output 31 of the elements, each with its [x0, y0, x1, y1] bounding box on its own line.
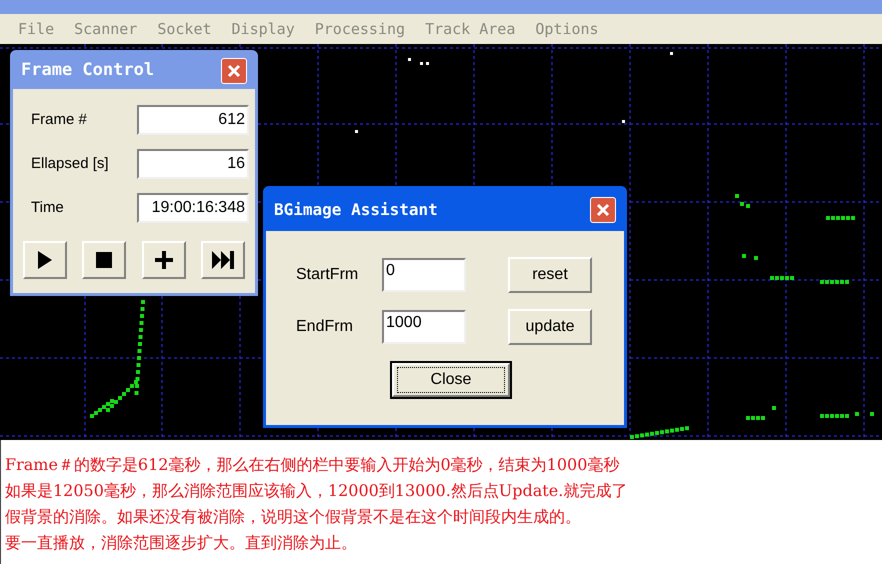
dialog-title: BGimage Assistant — [274, 199, 438, 221]
note-text: 要一直播放，消除范围逐步扩大。直到消除为止。 — [5, 532, 358, 554]
skip-button[interactable] — [200, 241, 245, 279]
action-button[interactable]: update — [508, 309, 592, 345]
stop-button[interactable] — [82, 241, 126, 279]
plus-icon — [154, 251, 173, 269]
play-icon — [38, 251, 52, 269]
skip-forward-icon — [212, 251, 234, 269]
close-dialog-button[interactable]: Close — [392, 363, 510, 397]
play-button[interactable] — [23, 241, 67, 279]
action-button[interactable]: reset — [508, 257, 592, 293]
frame-field[interactable]: 0 — [382, 258, 466, 292]
add-button[interactable] — [142, 241, 186, 279]
value-field[interactable]: 612 — [137, 105, 249, 135]
frame-field[interactable]: 1000 — [382, 310, 466, 344]
value-field[interactable]: 19:00:16:348 — [137, 193, 249, 223]
field-label: StartFrm — [296, 265, 360, 285]
value-field[interactable]: 16 — [137, 149, 249, 179]
stop-icon — [96, 252, 112, 268]
note-text: Frame＃的数字是612毫秒，那么在右侧的栏中要输入开始为0毫秒，结束为1000毫秒 — [5, 454, 620, 476]
field-label: Ellapsed [s] — [31, 154, 109, 174]
close-button[interactable] — [221, 58, 247, 84]
close-button[interactable] — [590, 197, 616, 223]
close-icon — [596, 203, 610, 217]
note-text: 假背景的消除。如果还没有被消除，说明这个假背景不是在这个时间段内生成的。 — [5, 506, 582, 528]
note-text: 如果是12050毫秒，那么消除范围应该输入，12000到13000.然后点Update.就完成了 — [5, 480, 628, 502]
field-label: Time — [31, 198, 64, 218]
window-title: Frame Control — [21, 59, 154, 82]
field-label: EndFrm — [296, 317, 354, 337]
field-label: Frame # — [31, 110, 87, 130]
close-icon — [227, 64, 241, 78]
